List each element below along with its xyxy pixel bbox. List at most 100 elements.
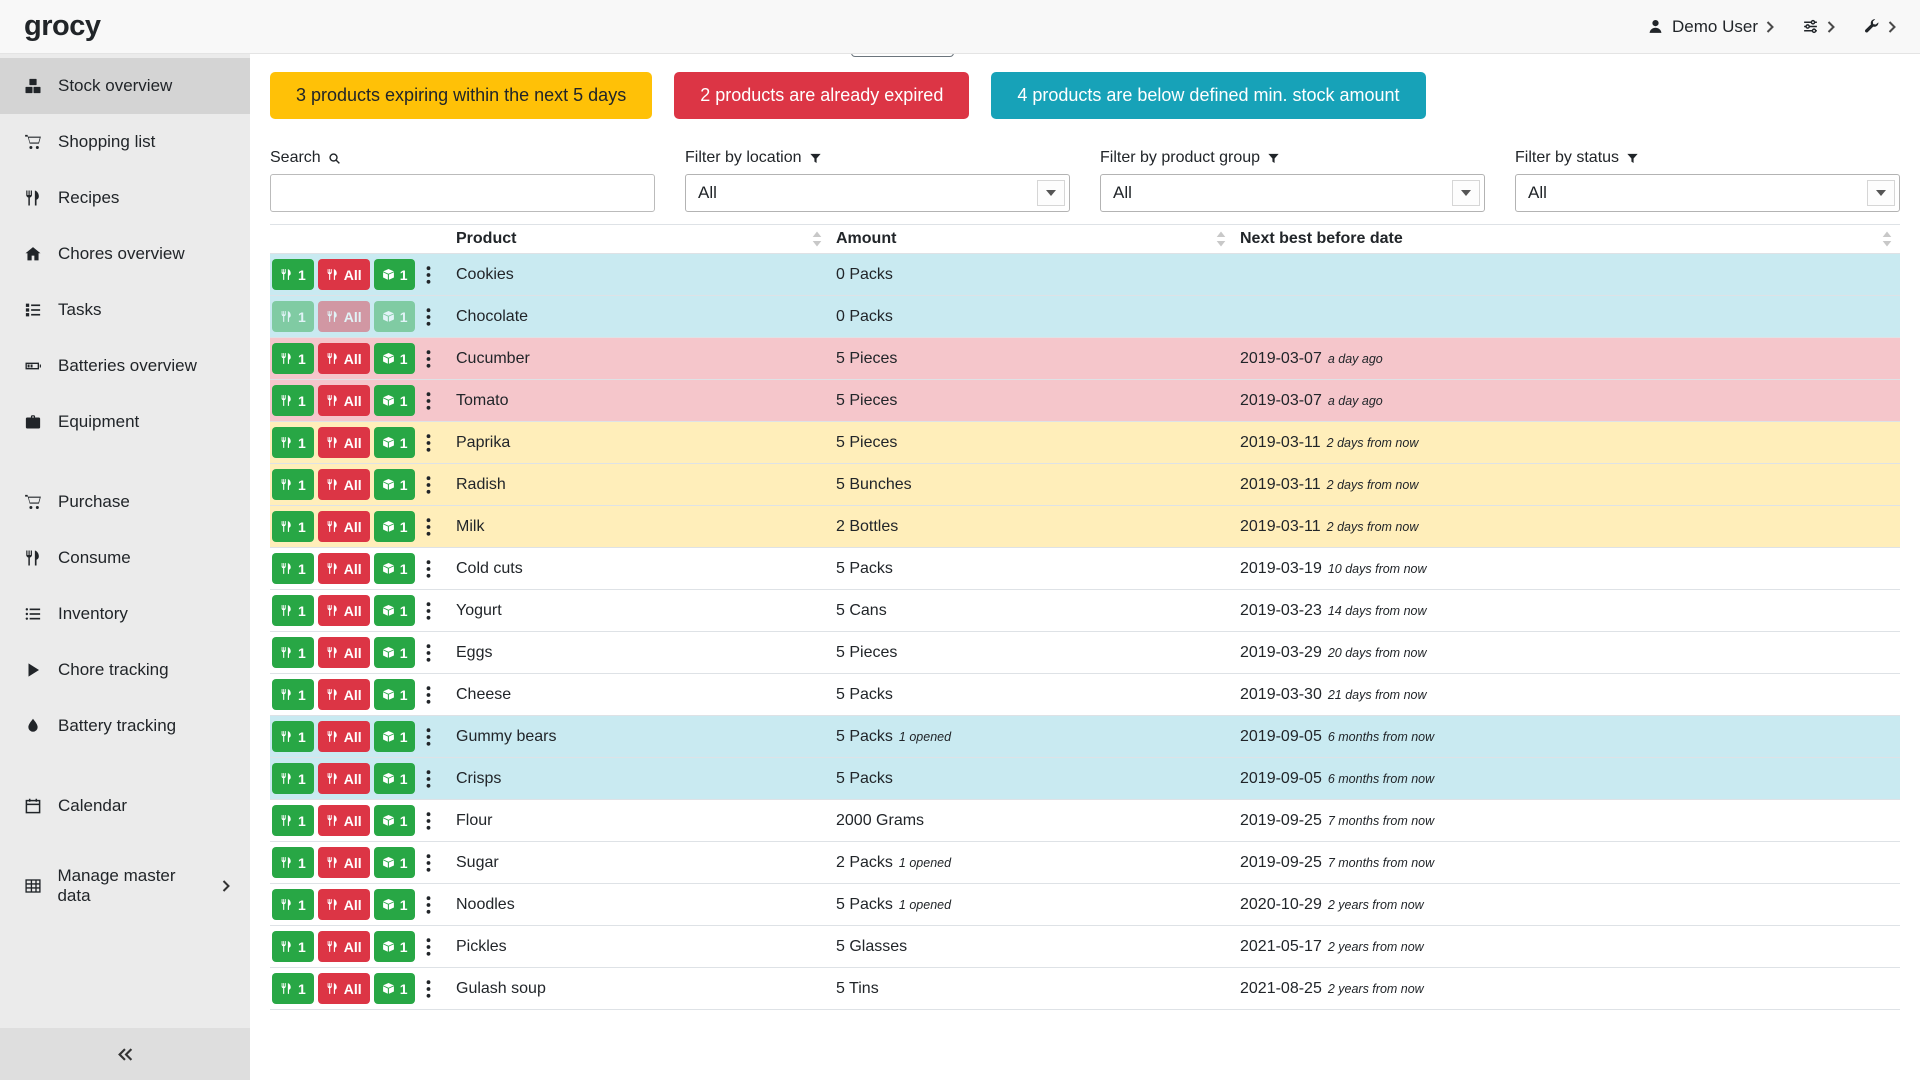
consume-all-button[interactable]: All <box>318 427 370 458</box>
product-group-filter-select[interactable]: All <box>1100 174 1485 212</box>
sidebar-item-manage-master-data[interactable]: Manage master data <box>0 858 250 914</box>
column-header-product[interactable]: Product <box>450 230 830 248</box>
row-menu-button[interactable] <box>419 642 438 664</box>
consume-all-button[interactable]: All <box>318 847 370 878</box>
consume-one-button[interactable]: 1 <box>272 343 314 374</box>
below-min-stock-alert[interactable]: 4 products are below defined min. stock … <box>991 72 1425 119</box>
consume-all-button[interactable]: All <box>318 721 370 752</box>
location-filter-select[interactable]: All <box>685 174 1070 212</box>
open-one-button[interactable]: 1 <box>374 721 416 752</box>
sidebar-item-batteries-overview[interactable]: Batteries overview <box>0 338 250 394</box>
open-one-button[interactable]: 1 <box>374 763 416 794</box>
open-one-button[interactable]: 1 <box>374 259 416 290</box>
open-one-button[interactable]: 1 <box>374 889 416 920</box>
consume-all-button[interactable]: All <box>318 679 370 710</box>
status-filter-select[interactable]: All <box>1515 174 1900 212</box>
consume-one-button[interactable]: 1 <box>272 805 314 836</box>
column-header-amount[interactable]: Amount <box>830 230 1234 248</box>
consume-all-button[interactable]: All <box>318 301 370 332</box>
open-one-button[interactable]: 1 <box>374 679 416 710</box>
sidebar-item-chore-tracking[interactable]: Chore tracking <box>0 642 250 698</box>
row-menu-button[interactable] <box>419 936 438 958</box>
consume-all-button[interactable]: All <box>318 931 370 962</box>
consume-one-button[interactable]: 1 <box>272 427 314 458</box>
consume-one-button[interactable]: 1 <box>272 637 314 668</box>
open-one-button[interactable]: 1 <box>374 343 416 374</box>
consume-all-button[interactable]: All <box>318 259 370 290</box>
row-menu-button[interactable] <box>419 978 438 1000</box>
open-one-button[interactable]: 1 <box>374 847 416 878</box>
sidebar-collapse-button[interactable] <box>0 1028 250 1080</box>
expiring-products-alert[interactable]: 3 products expiring within the next 5 da… <box>270 72 652 119</box>
row-menu-button[interactable] <box>419 684 438 706</box>
row-menu-button[interactable] <box>419 516 438 538</box>
sidebar-item-equipment[interactable]: Equipment <box>0 394 250 450</box>
consume-all-button[interactable]: All <box>318 763 370 794</box>
consume-one-button[interactable]: 1 <box>272 385 314 416</box>
open-one-button[interactable]: 1 <box>374 301 416 332</box>
open-one-button[interactable]: 1 <box>374 511 416 542</box>
open-one-button[interactable]: 1 <box>374 385 416 416</box>
consume-one-button[interactable]: 1 <box>272 259 314 290</box>
consume-one-button[interactable]: 1 <box>272 679 314 710</box>
consume-all-button[interactable]: All <box>318 973 370 1004</box>
row-menu-button[interactable] <box>419 852 438 874</box>
sidebar-item-recipes[interactable]: Recipes <box>0 170 250 226</box>
sidebar-item-shopping-list[interactable]: Shopping list <box>0 114 250 170</box>
expired-products-alert[interactable]: 2 products are already expired <box>674 72 969 119</box>
sidebar-item-inventory[interactable]: Inventory <box>0 586 250 642</box>
search-input[interactable] <box>270 174 655 212</box>
open-one-button[interactable]: 1 <box>374 595 416 626</box>
consume-one-button[interactable]: 1 <box>272 301 314 332</box>
sidebar-item-chores-overview[interactable]: Chores overview <box>0 226 250 282</box>
row-menu-button[interactable] <box>419 432 438 454</box>
consume-all-button[interactable]: All <box>318 385 370 416</box>
open-one-button[interactable]: 1 <box>374 469 416 500</box>
consume-all-button[interactable]: All <box>318 343 370 374</box>
consume-one-button[interactable]: 1 <box>272 721 314 752</box>
row-menu-button[interactable] <box>419 600 438 622</box>
sidebar-item-tasks[interactable]: Tasks <box>0 282 250 338</box>
consume-one-button[interactable]: 1 <box>272 931 314 962</box>
consume-one-button[interactable]: 1 <box>272 889 314 920</box>
row-menu-button[interactable] <box>419 894 438 916</box>
sidebar-item-purchase[interactable]: Purchase <box>0 474 250 530</box>
consume-one-button[interactable]: 1 <box>272 511 314 542</box>
row-menu-button[interactable] <box>419 558 438 580</box>
open-one-button[interactable]: 1 <box>374 973 416 1004</box>
consume-all-button[interactable]: All <box>318 553 370 584</box>
open-one-button[interactable]: 1 <box>374 637 416 668</box>
open-one-button[interactable]: 1 <box>374 805 416 836</box>
row-menu-button[interactable] <box>419 726 438 748</box>
user-menu[interactable]: Demo User <box>1647 17 1774 37</box>
consume-one-button[interactable]: 1 <box>272 847 314 878</box>
row-menu-button[interactable] <box>419 390 438 412</box>
settings-menu[interactable] <box>1802 18 1835 35</box>
consume-all-button[interactable]: All <box>318 637 370 668</box>
row-menu-button[interactable] <box>419 348 438 370</box>
consume-all-button[interactable]: All <box>318 595 370 626</box>
sidebar-item-battery-tracking[interactable]: Battery tracking <box>0 698 250 754</box>
consume-one-button[interactable]: 1 <box>272 469 314 500</box>
row-menu-button[interactable] <box>419 810 438 832</box>
row-menu-button[interactable] <box>419 306 438 328</box>
admin-menu[interactable] <box>1863 18 1896 35</box>
consume-all-button[interactable]: All <box>318 511 370 542</box>
consume-all-button[interactable]: All <box>318 889 370 920</box>
consume-one-button[interactable]: 1 <box>272 553 314 584</box>
sidebar-item-calendar[interactable]: Calendar <box>0 778 250 834</box>
consume-all-button[interactable]: All <box>318 469 370 500</box>
column-header-next-best-before-date[interactable]: Next best before date <box>1234 230 1900 248</box>
row-menu-button[interactable] <box>419 474 438 496</box>
open-one-button[interactable]: 1 <box>374 931 416 962</box>
sidebar-item-consume[interactable]: Consume <box>0 530 250 586</box>
consume-one-button[interactable]: 1 <box>272 763 314 794</box>
app-logo[interactable]: grocy <box>24 10 100 43</box>
consume-all-button[interactable]: All <box>318 805 370 836</box>
open-one-button[interactable]: 1 <box>374 553 416 584</box>
consume-one-button[interactable]: 1 <box>272 973 314 1004</box>
row-menu-button[interactable] <box>419 264 438 286</box>
sidebar-item-stock-overview[interactable]: Stock overview <box>0 58 250 114</box>
open-one-button[interactable]: 1 <box>374 427 416 458</box>
consume-one-button[interactable]: 1 <box>272 595 314 626</box>
